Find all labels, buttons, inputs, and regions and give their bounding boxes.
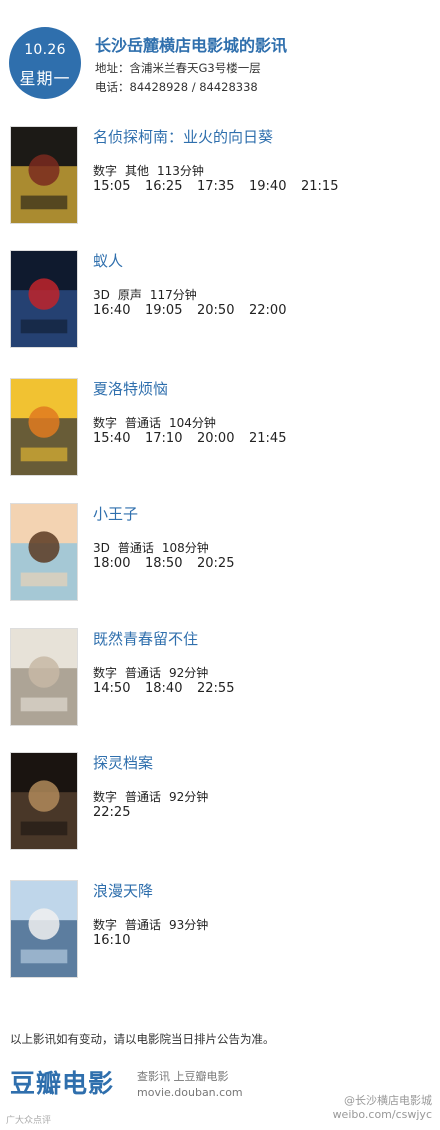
showtime[interactable]: 18:00 [93,556,145,571]
brand-tagline: 查影讯 上豆瓣电影 [137,1070,229,1083]
movie-language: 普通话 [125,790,162,804]
showtime[interactable]: 16:25 [145,179,197,194]
showtime-list: 18:00 18:50 20:25 [93,556,249,571]
weekday-label: 星期一 [19,69,71,88]
movie-poster[interactable] [10,378,78,476]
movie-duration: 113分钟 [157,164,204,178]
movie-meta: 数字 普通话 92分钟 [93,788,216,805]
watermark-url: weibo.com/cswjyc [332,1108,432,1121]
cinema-phone: 电话：84428928 / 84428338 [95,80,258,94]
watermark-left: 广大众点评 [6,1116,52,1126]
showtime[interactable]: 18:50 [145,556,197,571]
movie-language: 普通话 [117,541,154,555]
movie-item[interactable]: 蚁人 3D 原声 117分钟 16:40 19:05 20:50 22:00 [0,250,440,360]
showtime[interactable]: 14:50 [93,681,145,696]
movie-item[interactable]: 小王子 3D 普通话 108分钟 18:00 18:50 20:25 [0,503,440,613]
movie-title[interactable]: 既然青春留不住 [93,628,198,649]
movie-item[interactable]: 夏洛特烦恼 数字 普通话 104分钟 15:40 17:10 20:00 21:45 [0,378,440,488]
movie-meta: 数字 普通话 92分钟 [93,664,216,681]
showtime-list: 22:25 [93,805,145,820]
movie-duration: 93分钟 [169,918,209,932]
movie-format: 数字 [93,416,118,430]
brand-url-link[interactable]: movie.douban.com [137,1086,243,1099]
showtime[interactable]: 17:10 [145,431,197,446]
showtime[interactable]: 16:40 [93,303,145,318]
watermark-account: @长沙横店电影城 [344,1094,432,1107]
movie-poster[interactable] [10,752,78,850]
movie-meta: 数字 普通话 104分钟 [93,414,224,431]
disclaimer-note: 以上影讯如有变动，请以电影院当日排片公告为准。 [10,1032,275,1046]
movie-meta: 数字 其他 113分钟 [93,162,212,179]
showtime-list: 16:10 [93,933,145,948]
movie-item[interactable]: 名侦探柯南：业火的向日葵 数字 其他 113分钟 15:05 16:25 17:35 19:4… [0,126,440,236]
movie-language: 普通话 [125,666,162,680]
douban-movie-logo[interactable]: 豆瓣电影 [10,1064,114,1100]
showtime[interactable]: 19:40 [249,179,301,194]
cinema-header: 10.26 星期一 长沙岳麓横店电影城的影讯 地址：含浦米兰春天G3号楼一层 电… [0,0,440,110]
showtime[interactable]: 20:00 [197,431,249,446]
showtime[interactable]: 21:15 [301,179,353,194]
movie-poster[interactable] [10,126,78,224]
movie-duration: 117分钟 [149,288,197,302]
showtime[interactable]: 16:10 [93,933,145,948]
showtime-list: 15:40 17:10 20:00 21:45 [93,431,301,446]
movie-format: 3D [93,541,110,555]
showtime[interactable]: 22:55 [197,681,249,696]
movie-duration: 92分钟 [169,666,209,680]
movie-item[interactable]: 既然青春留不住 数字 普通话 92分钟 14:50 18:40 22:55 [0,628,440,738]
movie-item[interactable]: 浪漫天降数字 普通话 93分钟 16:10 [0,880,440,990]
movie-language: 原声 [117,288,142,302]
weibo-watermark: @长沙横店电影城 weibo.com/cswjyc [333,1094,432,1122]
showtime-list: 15:05 16:25 17:35 19:40 21:15 [93,179,353,194]
movie-title[interactable]: 蚁人 [93,250,123,271]
movie-language: 普通话 [125,918,162,932]
movie-duration: 92分钟 [169,790,209,804]
movie-format: 数字 [93,790,118,804]
showtime[interactable]: 15:40 [93,431,145,446]
movie-poster[interactable] [10,880,78,978]
showtime-list: 16:40 19:05 20:50 22:00 [93,303,301,318]
movie-meta: 数字 普通话 93分钟 [93,916,216,933]
movie-title[interactable]: 名侦探柯南：业火的向日葵 [93,126,273,147]
showtime-list: 14:50 18:40 22:55 [93,681,249,696]
showtime[interactable]: 20:50 [197,303,249,318]
showtime[interactable]: 20:25 [197,556,249,571]
cinema-address: 地址：含浦米兰春天G3号楼一层 [95,61,261,75]
movie-title[interactable]: 浪漫天降 [93,880,153,901]
movie-title[interactable]: 小王子 [93,503,138,524]
showtime[interactable]: 21:45 [249,431,301,446]
date-badge: 10.26 星期一 [9,27,81,99]
showtime[interactable]: 22:25 [93,805,145,820]
movie-poster[interactable] [10,250,78,348]
movie-meta: 3D 原声 117分钟 [93,286,205,303]
movie-language: 其他 [125,164,150,178]
movie-poster[interactable] [10,628,78,726]
movie-title[interactable]: 探灵档案 [93,752,153,773]
movie-duration: 104分钟 [169,416,216,430]
movie-language: 普通话 [125,416,162,430]
movie-meta: 3D 普通话 108分钟 [93,539,217,556]
showtime[interactable]: 22:00 [249,303,301,318]
showtime[interactable]: 17:35 [197,179,249,194]
cinema-name: 长沙岳麓横店电影城的影讯 [95,36,288,55]
movie-poster[interactable] [10,503,78,601]
showtime[interactable]: 18:40 [145,681,197,696]
movie-duration: 108分钟 [161,541,209,555]
movie-format: 数字 [93,918,118,932]
movie-format: 数字 [93,666,118,680]
movie-format: 数字 [93,164,118,178]
movie-title[interactable]: 夏洛特烦恼 [93,378,168,399]
movie-item[interactable]: 探灵档案数字 普通话 92分钟 22:25 [0,752,440,862]
movie-format: 3D [93,288,110,302]
showtime[interactable]: 19:05 [145,303,197,318]
showtime[interactable]: 15:05 [93,179,145,194]
date-label: 10.26 [24,42,66,58]
